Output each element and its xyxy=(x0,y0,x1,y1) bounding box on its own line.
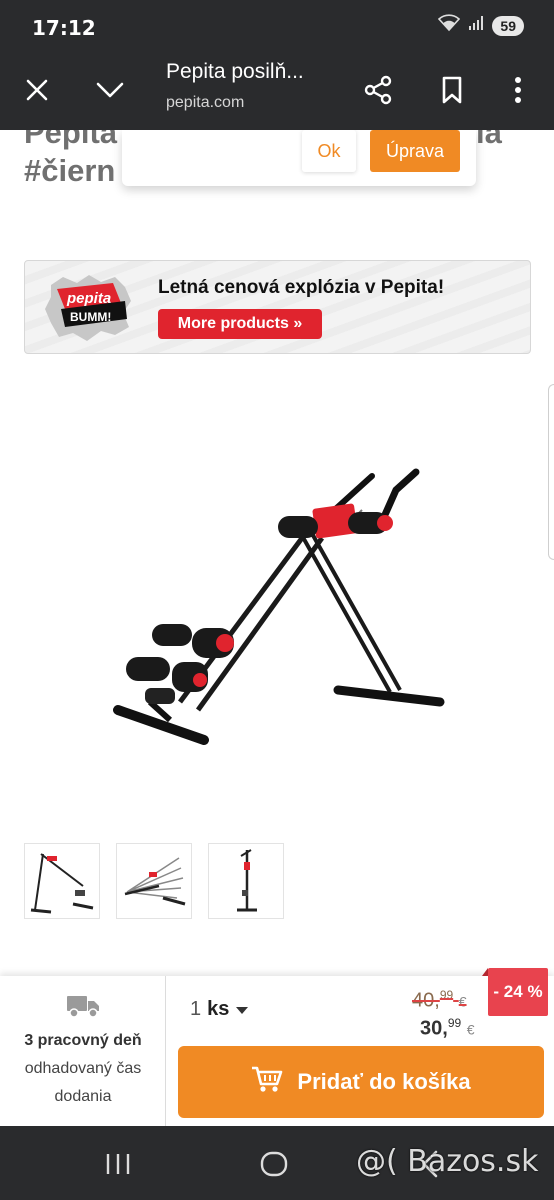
old-price: 40,99 € xyxy=(412,988,467,1013)
signal-icon xyxy=(468,15,484,36)
battery-indicator: 59 xyxy=(492,15,524,36)
page-url[interactable]: pepita.com xyxy=(166,94,244,112)
new-price-currency: € xyxy=(466,1021,475,1038)
thumbnail-1[interactable] xyxy=(24,843,100,919)
quantity-selector[interactable]: 1 ks xyxy=(190,998,249,1021)
delivery-info: 3 pracovný deň odhadovaný čas dodania xyxy=(0,976,166,1126)
wifi-icon xyxy=(438,14,461,37)
chevron-down-icon[interactable] xyxy=(88,68,132,112)
product-title-line1: Pepita xyxy=(24,130,118,150)
pepita-bumm-logo: pepita BUMM! xyxy=(43,273,133,348)
ok-button[interactable]: Ok xyxy=(302,130,356,172)
screen: 17:12 59 Pepita posilň... pepita.com Pep… xyxy=(0,0,554,1200)
delivery-days: 3 pracovný deň xyxy=(24,1032,142,1049)
purchase-bar: 3 pracovný deň odhadovaný čas dodania 1 … xyxy=(0,968,554,1126)
bookmark-icon[interactable] xyxy=(430,68,474,112)
thumbnail-3[interactable] xyxy=(208,843,284,919)
discount-badge: - 24 % xyxy=(488,968,548,1016)
old-price-currency: € xyxy=(458,993,467,1010)
edit-button[interactable]: Úprava xyxy=(370,130,460,172)
system-nav-bar: @( Bazos.sk xyxy=(0,1126,554,1200)
old-price-int: 40, xyxy=(412,989,440,1012)
watermark: @( Bazos.sk xyxy=(356,1144,539,1179)
new-price-int: 30, xyxy=(420,1017,448,1040)
delivery-label-line1: odhadovaný čas xyxy=(24,1060,142,1077)
product-title-line2: #čiern xyxy=(24,153,116,188)
translate-popup: Ok Úprava xyxy=(122,130,476,186)
product-main-image[interactable] xyxy=(100,452,450,772)
product-title: Pepita ia #čiern xyxy=(24,130,502,190)
thumbnail-strip xyxy=(24,843,284,919)
delivery-label-line2: dodania xyxy=(54,1088,112,1105)
add-to-cart-button[interactable]: Pridať do košíka xyxy=(178,1046,544,1118)
quantity-value: 1 xyxy=(190,998,202,1020)
close-icon[interactable] xyxy=(15,68,59,112)
home-icon[interactable] xyxy=(254,1148,294,1180)
quantity-unit: ks xyxy=(207,998,230,1020)
new-price-dec: 99 xyxy=(447,1016,462,1030)
recent-apps-icon[interactable] xyxy=(98,1148,138,1180)
add-to-cart-label: Pridať do košíka xyxy=(297,1069,471,1094)
logo-text-bottom: BUMM! xyxy=(70,310,111,324)
status-time: 17:12 xyxy=(32,16,96,40)
side-drawer-handle[interactable] xyxy=(548,384,554,560)
browser-toolbar: Pepita posilň... pepita.com xyxy=(0,52,554,130)
product-title-line1-end: ia xyxy=(476,130,502,150)
share-icon[interactable] xyxy=(356,68,400,112)
caret-down-icon xyxy=(235,998,249,1021)
old-price-dec: 99 xyxy=(439,988,454,1002)
page-content: Pepita ia #čiern Ok Úprava pepita BUMM! L… xyxy=(0,130,554,976)
new-price: 30,99 € xyxy=(420,1016,475,1041)
truck-icon xyxy=(66,994,100,1023)
more-products-button[interactable]: More products » xyxy=(158,309,322,339)
cart-icon xyxy=(251,1065,283,1099)
status-icons: 59 xyxy=(438,14,524,37)
promo-banner[interactable]: pepita BUMM! Letná cenová explózia v Pep… xyxy=(24,260,531,354)
page-title-tab[interactable]: Pepita posilň... xyxy=(166,60,304,84)
more-options-icon[interactable] xyxy=(496,68,540,112)
thumbnail-2[interactable] xyxy=(116,843,192,919)
status-bar: 17:12 59 xyxy=(0,0,554,52)
banner-headline: Letná cenová explózia v Pepita! xyxy=(158,277,445,298)
